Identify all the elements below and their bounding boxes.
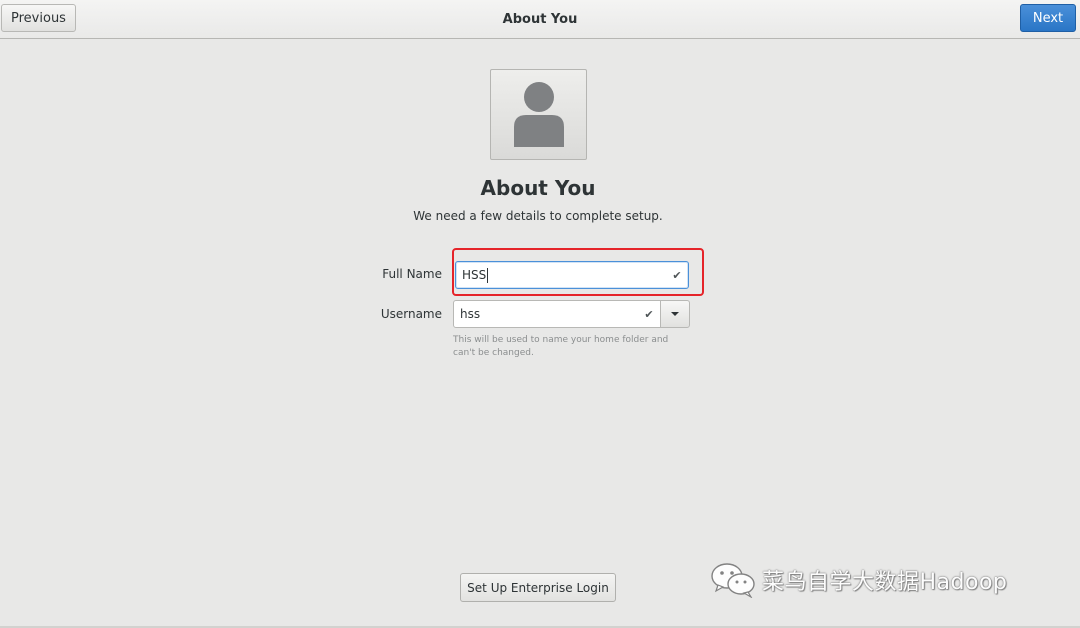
text-caret: [487, 267, 489, 283]
header-bar: Previous About You Next: [0, 0, 1080, 39]
setup-window: Previous About You Next About You We nee…: [0, 0, 1080, 628]
username-value: hss: [460, 307, 481, 321]
avatar-button[interactable]: [490, 69, 587, 160]
username-dropdown-button[interactable]: [660, 300, 690, 328]
page-subtitle: We need a few details to complete setup.: [413, 209, 663, 223]
wechat-logo-icon: [711, 563, 755, 598]
checkmark-icon: ✔: [672, 268, 682, 282]
header-title: About You: [502, 11, 578, 27]
username-label: Username: [380, 307, 442, 321]
username-field[interactable]: hss ✔: [453, 300, 661, 328]
watermark-text: 菜鸟自学大数据Hadoop: [762, 570, 1008, 595]
username-hint: This will be used to name your home fold…: [453, 335, 669, 358]
full-name-label: Full Name: [382, 267, 442, 281]
page-title: About You: [480, 176, 596, 200]
watermark: 菜鸟自学大数据Hadoop: [710, 560, 1060, 600]
previous-button[interactable]: Previous: [1, 4, 76, 32]
full-name-field[interactable]: HSS ✔: [455, 261, 689, 289]
chevron-down-icon: [671, 312, 679, 316]
full-name-value: HSS: [462, 267, 487, 282]
user-avatar-icon: [513, 81, 564, 147]
next-button[interactable]: Next: [1020, 4, 1076, 32]
enterprise-login-button[interactable]: Set Up Enterprise Login: [460, 573, 616, 602]
checkmark-icon: ✔: [644, 307, 654, 321]
